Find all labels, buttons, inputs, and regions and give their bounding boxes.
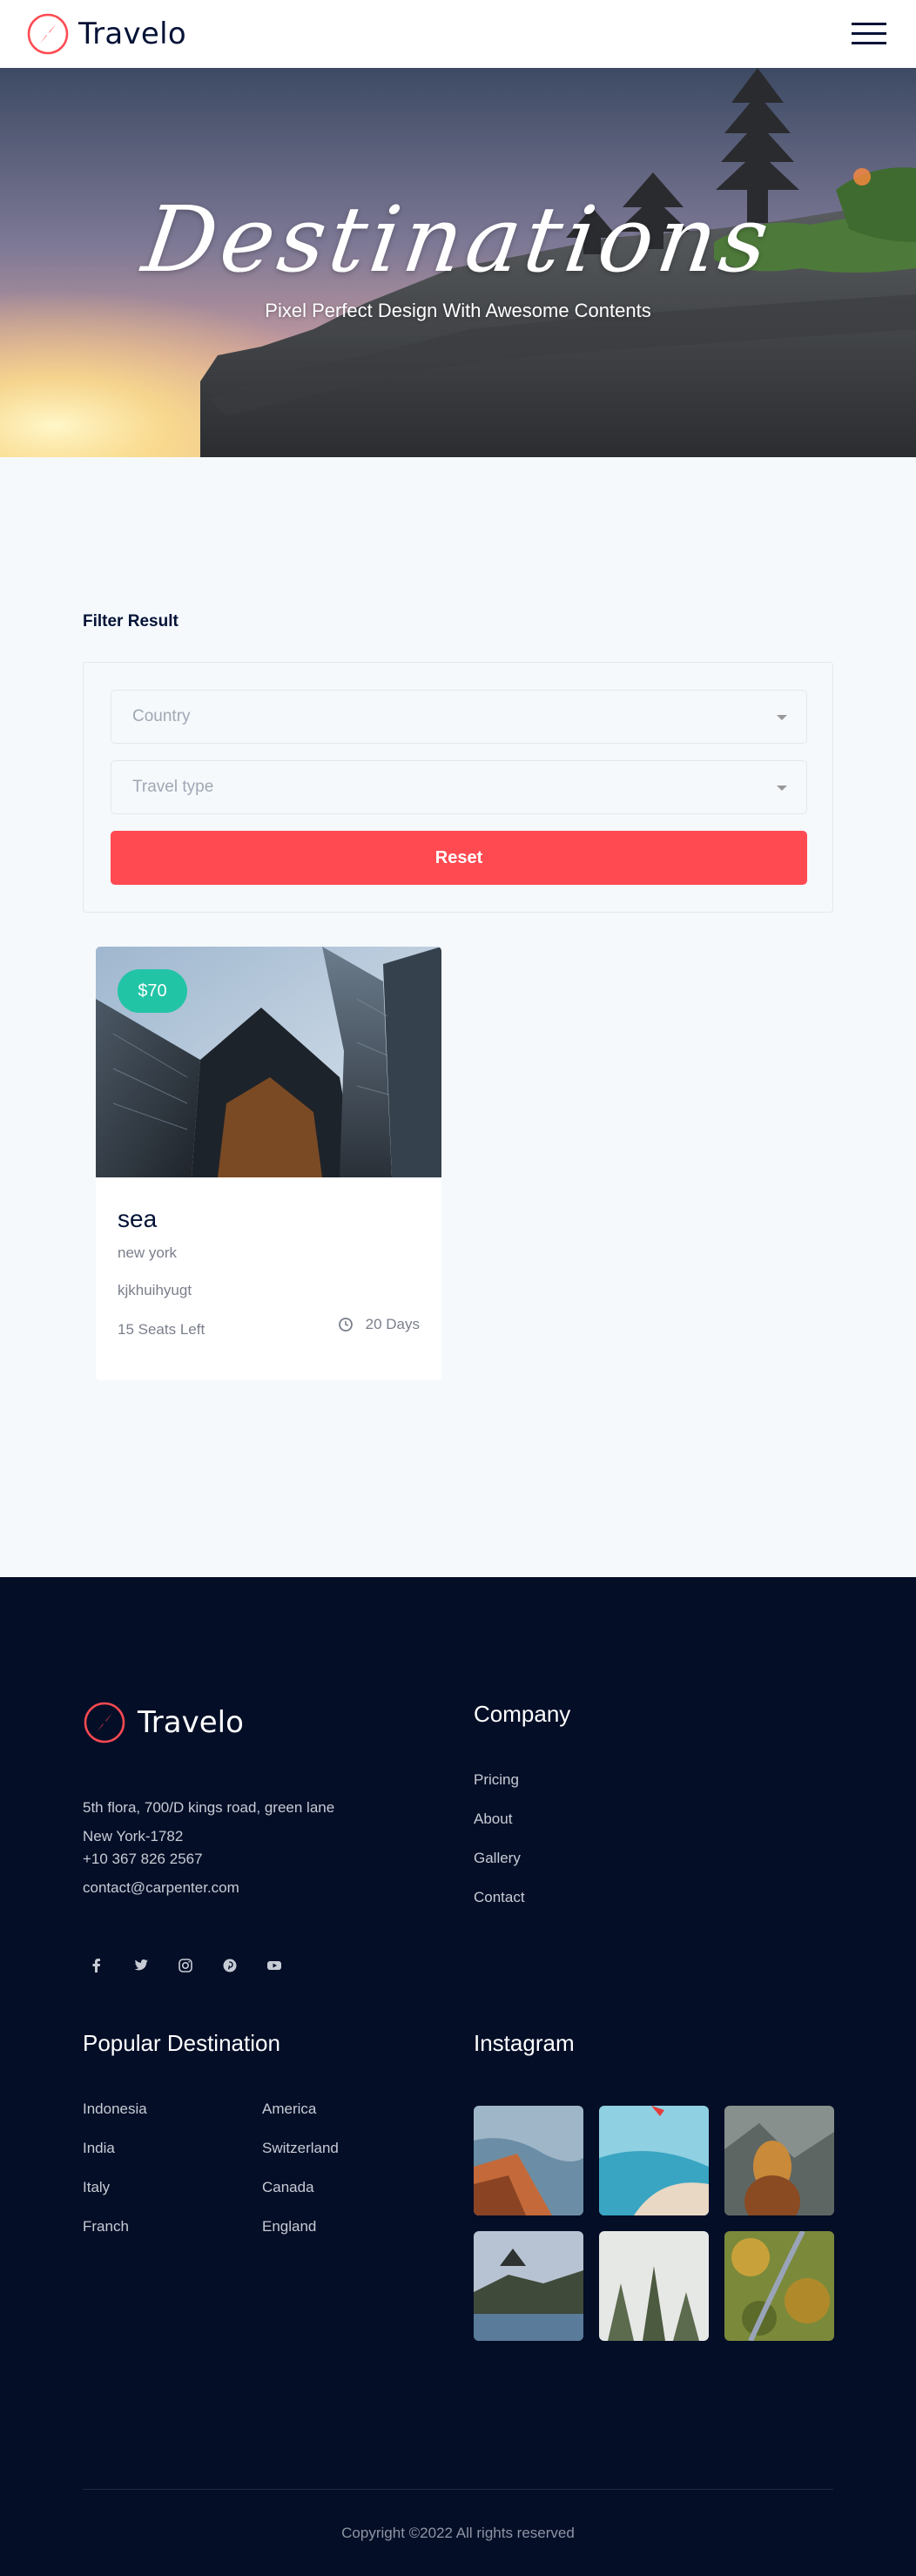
seats-left: 15 Seats Left [118,1321,205,1338]
copyright-text: Copyright ©2022 All rights reserved [341,2525,575,2541]
brand-name: Travelo [78,17,186,51]
destination-name[interactable]: sea [118,1205,157,1233]
hamburger-menu-icon[interactable] [852,23,886,45]
destination-link-india[interactable]: India [83,2140,115,2157]
footer-email[interactable]: contact@carpenter.com [83,1879,239,1897]
footer-link-gallery[interactable]: Gallery [474,1850,521,1867]
instagram-photo[interactable] [474,2231,583,2341]
footer-link-pricing[interactable]: Pricing [474,1771,519,1789]
country-select[interactable]: Country [111,690,807,744]
country-select-placeholder: Country [132,707,191,725]
footer-phone[interactable]: +10 367 826 2567 [83,1851,203,1868]
hero-banner: Destinations Pixel Perfect Design With A… [0,68,916,457]
hero-title: Destinations [137,186,779,293]
site-logo[interactable]: Travelo [26,12,186,56]
destination-card[interactable]: $70 sea new york kjkhuihyugt 15 Seats Le… [96,947,441,1380]
trip-duration: 20 Days [338,1316,420,1333]
destination-location: new york [118,1244,178,1261]
travel-type-select[interactable]: Travel type [111,760,807,814]
clock-icon [338,1318,353,1332]
chevron-down-icon [777,786,787,791]
instagram-heading: Instagram [474,2030,575,2056]
destination-link-italy[interactable]: Italy [83,2179,110,2196]
twitter-icon[interactable] [127,1952,155,1979]
social-links [83,1952,305,1979]
pinterest-icon[interactable] [216,1952,244,1979]
price-badge: $70 [118,969,187,1013]
company-heading: Company [474,1701,571,1727]
filter-heading: Filter Result [83,612,178,631]
footer-divider [83,2489,833,2490]
instagram-photo[interactable] [724,2231,834,2341]
travel-type-select-placeholder: Travel type [132,778,214,796]
destination-link-switzerland[interactable]: Switzerland [262,2140,339,2157]
site-header: Travelo [0,0,916,68]
facebook-icon[interactable] [83,1952,111,1979]
reset-button[interactable]: Reset [111,831,807,885]
youtube-icon[interactable] [260,1952,288,1979]
instagram-photo[interactable] [599,2231,709,2341]
popular-destination-heading: Popular Destination [83,2030,280,2056]
footer-link-about[interactable]: About [474,1811,512,1828]
instagram-photo[interactable] [724,2106,834,2215]
destination-link-england[interactable]: England [262,2218,316,2235]
destination-link-america[interactable]: America [262,2101,316,2118]
footer-brand-name: Travelo [138,1705,244,1740]
footer-address: 5th flora, 700/D kings road, green lane … [83,1799,335,1844]
destination-link-indonesia[interactable]: Indonesia [83,2101,147,2118]
destination-link-canada[interactable]: Canada [262,2179,314,2196]
site-footer: Travelo 5th flora, 700/D kings road, gre… [0,1577,916,2576]
instagram-icon[interactable] [172,1952,199,1979]
filter-panel: Country Travel type Reset [83,662,833,913]
chevron-down-icon [777,715,787,720]
footer-logo[interactable]: Travelo [83,1701,244,1744]
compass-icon [84,1702,125,1743]
instagram-photo[interactable] [474,2106,583,2215]
destination-link-franch[interactable]: Franch [83,2218,129,2235]
instagram-photo[interactable] [599,2106,709,2215]
destination-description: kjkhuihyugt [118,1282,192,1298]
footer-link-contact[interactable]: Contact [474,1889,525,1906]
hero-subtitle: Pixel Perfect Design With Awesome Conten… [265,300,651,321]
trip-duration-label: 20 Days [365,1316,420,1332]
compass-icon [27,13,69,55]
